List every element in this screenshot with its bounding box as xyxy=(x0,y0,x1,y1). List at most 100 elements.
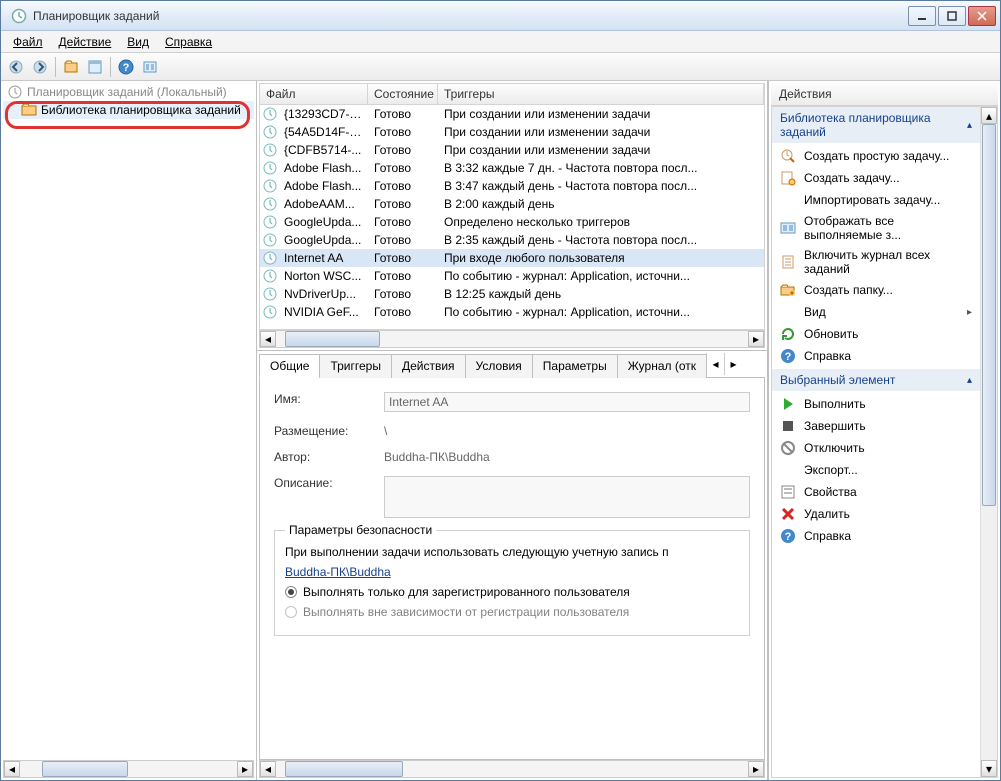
tree-h-scrollbar[interactable]: ◂ ▸ xyxy=(3,760,254,778)
task-row[interactable]: GoogleUpda...ГотовоВ 2:35 каждый день - … xyxy=(260,231,764,249)
scroll-thumb[interactable] xyxy=(285,761,403,777)
clock-icon xyxy=(262,214,278,230)
menu-help[interactable]: Справка xyxy=(157,33,220,51)
forward-button[interactable] xyxy=(29,56,51,78)
action-завершить[interactable]: Завершить xyxy=(772,415,980,437)
tab-log[interactable]: Журнал (отк xyxy=(617,354,707,378)
scroll-down-arrow[interactable]: ▾ xyxy=(981,760,997,777)
svg-text:?: ? xyxy=(785,531,792,543)
col-file-header[interactable]: Файл xyxy=(260,84,368,104)
collapse-icon[interactable]: ▴ xyxy=(967,375,972,386)
task-row[interactable]: Adobe Flash...ГотовоВ 3:47 каждый день -… xyxy=(260,177,764,195)
toolbar-help-button[interactable]: ? xyxy=(115,56,137,78)
scroll-left-arrow[interactable]: ◂ xyxy=(260,761,276,777)
action-справка[interactable]: ?Справка xyxy=(772,345,980,367)
menu-view[interactable]: Вид xyxy=(119,33,157,51)
menu-action[interactable]: Действие xyxy=(51,33,120,51)
scroll-right-arrow[interactable]: ▸ xyxy=(748,331,764,347)
maximize-button[interactable] xyxy=(938,6,966,26)
actions-section1-header[interactable]: Библиотека планировщика заданий ▴ xyxy=(772,107,980,143)
action-создать-простую-задачу-[interactable]: Создать простую задачу... xyxy=(772,145,980,167)
tab-scroll-left[interactable]: ◂ xyxy=(706,353,724,375)
task-row[interactable]: GoogleUpda...ГотовоОпределено несколько … xyxy=(260,213,764,231)
scroll-thumb[interactable] xyxy=(42,761,129,777)
radio-logged-on[interactable]: Выполнять только для зарегистрированного… xyxy=(285,585,739,599)
action-выполнить[interactable]: Выполнить xyxy=(772,393,980,415)
actions-section2-header[interactable]: Выбранный элемент ▴ xyxy=(772,369,980,391)
action-обновить[interactable]: Обновить xyxy=(772,323,980,345)
task-row[interactable]: AdobeAAM...ГотовоВ 2:00 каждый день xyxy=(260,195,764,213)
minimize-button[interactable] xyxy=(908,6,936,26)
scroll-up-arrow[interactable]: ▴ xyxy=(981,107,997,124)
scroll-left-arrow[interactable]: ◂ xyxy=(4,761,20,777)
task-row[interactable]: NVIDIA GeF...ГотовоПо событию - журнал: … xyxy=(260,303,764,321)
tree-body[interactable]: Планировщик заданий (Локальный) Библиоте… xyxy=(3,83,254,760)
tree-root-item[interactable]: Планировщик заданий (Локальный) xyxy=(3,83,254,101)
action-отображать-все-выполняемые-з-[interactable]: Отображать все выполняемые з... xyxy=(772,211,980,245)
security-text: При выполнении задачи использовать следу… xyxy=(285,545,739,559)
action-включить-журнал-всех-заданий[interactable]: Включить журнал всех заданий xyxy=(772,245,980,279)
task-row[interactable]: {54A5D14F-7...ГотовоПри создании или изм… xyxy=(260,123,764,141)
action-свойства[interactable]: Свойства xyxy=(772,481,980,503)
back-button[interactable] xyxy=(5,56,27,78)
toolbar-view-button[interactable] xyxy=(84,56,106,78)
menu-file[interactable]: Файл xyxy=(5,33,51,51)
scroll-right-arrow[interactable]: ▸ xyxy=(748,761,764,777)
task-row[interactable]: NvDriverUp...ГотовоВ 12:25 каждый день xyxy=(260,285,764,303)
tab-triggers[interactable]: Триггеры xyxy=(319,354,392,378)
action-справка[interactable]: ? Справка xyxy=(772,525,980,547)
action-label: Справка xyxy=(804,529,851,543)
task-name: Adobe Flash... xyxy=(278,179,368,193)
close-button[interactable] xyxy=(968,6,996,26)
action-создать-папку-[interactable]: Создать папку... xyxy=(772,279,980,301)
task-row[interactable]: Internet AAГотовоПри входе любого пользо… xyxy=(260,249,764,267)
action-удалить[interactable]: Удалить xyxy=(772,503,980,525)
tab-settings[interactable]: Параметры xyxy=(532,354,618,378)
scroll-left-arrow[interactable]: ◂ xyxy=(260,331,276,347)
task-name: AdobeAAM... xyxy=(278,197,368,211)
titlebar[interactable]: Планировщик заданий xyxy=(1,1,1000,31)
toolbar-preview-button[interactable] xyxy=(139,56,161,78)
tab-conditions[interactable]: Условия xyxy=(465,354,533,378)
list-h-scrollbar[interactable]: ◂ ▸ xyxy=(259,330,765,348)
radio-any-user[interactable]: Выполнять вне зависимости от регистрации… xyxy=(285,605,739,619)
detail-h-scrollbar[interactable]: ◂ ▸ xyxy=(259,760,765,778)
list-body[interactable]: {13293CD7-3...ГотовоПри создании или изм… xyxy=(259,105,765,330)
task-name: {13293CD7-3... xyxy=(278,107,368,121)
task-row[interactable]: {13293CD7-3...ГотовоПри создании или изм… xyxy=(260,105,764,123)
tasks-running-icon xyxy=(780,220,796,236)
task-row[interactable]: Adobe Flash...ГотовоВ 3:32 каждые 7 дн. … xyxy=(260,159,764,177)
task-row[interactable]: {CDFB5714-...ГотовоПри создании или изме… xyxy=(260,141,764,159)
action-создать-задачу-[interactable]: Создать задачу... xyxy=(772,167,980,189)
action-экспорт-[interactable]: Экспорт... xyxy=(772,459,980,481)
tab-actions[interactable]: Действия xyxy=(391,354,466,378)
col-triggers-header[interactable]: Триггеры xyxy=(438,84,764,104)
action-вид[interactable]: Вид▸ xyxy=(772,301,980,323)
tree-library-item[interactable]: Библиотека планировщика заданий xyxy=(3,101,254,119)
action-label: Отключить xyxy=(804,441,865,455)
tab-general[interactable]: Общие xyxy=(259,354,320,378)
col-state-header[interactable]: Состояние xyxy=(368,84,438,104)
task-state: Готово xyxy=(368,125,438,139)
radio-label: Выполнять только для зарегистрированного… xyxy=(303,585,630,599)
scroll-thumb[interactable] xyxy=(982,124,996,506)
clock-icon xyxy=(262,250,278,266)
scroll-right-arrow[interactable]: ▸ xyxy=(237,761,253,777)
name-value: Internet AA xyxy=(384,392,750,412)
task-row[interactable]: Norton WSC...ГотовоПо событию - журнал: … xyxy=(260,267,764,285)
action-отключить[interactable]: Отключить xyxy=(772,437,980,459)
scroll-thumb[interactable] xyxy=(285,331,379,347)
task-state: Готово xyxy=(368,233,438,247)
action-label: Импортировать задачу... xyxy=(804,193,940,207)
task-state: Готово xyxy=(368,161,438,175)
actions-v-scrollbar[interactable]: ▴ ▾ xyxy=(980,107,997,777)
task-state: Готово xyxy=(368,269,438,283)
clock-icon xyxy=(262,232,278,248)
action-label: Экспорт... xyxy=(804,463,858,477)
tab-scroll-right[interactable]: ▸ xyxy=(724,353,742,375)
action-импортировать-задачу-[interactable]: Импортировать задачу... xyxy=(772,189,980,211)
task-trigger: В 2:00 каждый день xyxy=(438,197,764,211)
toolbar-action-button[interactable] xyxy=(60,56,82,78)
task-name: {CDFB5714-... xyxy=(278,143,368,157)
collapse-icon[interactable]: ▴ xyxy=(967,120,972,131)
